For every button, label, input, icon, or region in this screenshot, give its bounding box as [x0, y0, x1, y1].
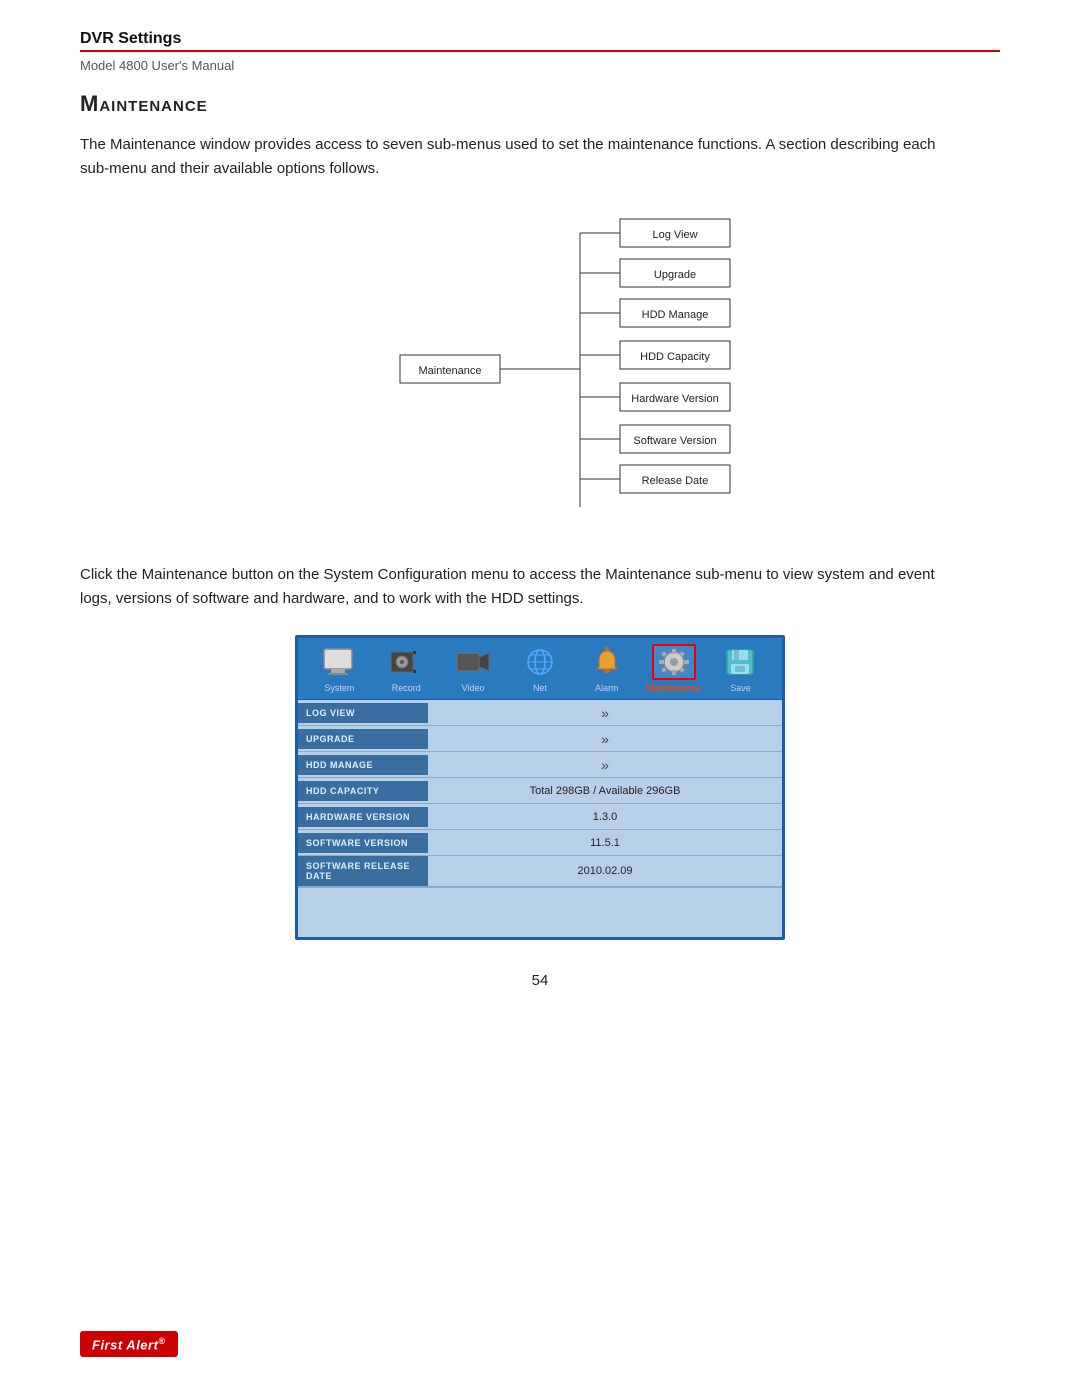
sw-version-value: 11.5.1	[428, 833, 782, 853]
dvr-content: LOG VIEW » UPGRADE » HDD MANAGE »	[298, 700, 782, 937]
save-icon-label: Save	[730, 683, 751, 693]
logo-text: First Alert®	[80, 1331, 178, 1357]
sw-version-label: SOFTWARE VERSION	[298, 833, 428, 853]
hw-version-value: 1.3.0	[428, 807, 782, 827]
dvr-top-bar: System Record	[298, 638, 782, 700]
main-node-label: Maintenance	[419, 365, 482, 377]
hw-version-label: HARDWARE VERSION	[298, 807, 428, 827]
dvr-icon-record[interactable]: Record	[376, 644, 436, 693]
dvr-row-release-date: SOFTWARE RELEASE DATE 2010.02.09	[298, 856, 782, 887]
logo-label: First Alert	[92, 1337, 158, 1352]
header-section: DVR Settings Model 4800 User's Manual	[80, 30, 1000, 73]
intro-text: The Maintenance window provides access t…	[80, 133, 940, 181]
maintenance-icon-label: Maintenance	[646, 683, 701, 693]
header-subtitle: Model 4800 User's Manual	[80, 58, 1000, 73]
upgrade-value: »	[428, 727, 782, 751]
record-icon-label: Record	[392, 683, 421, 693]
dvr-footer	[298, 887, 782, 937]
svg-text:Software Version: Software Version	[633, 435, 716, 447]
page-wrapper: DVR Settings Model 4800 User's Manual Ma…	[0, 0, 1080, 1397]
save-icon-box	[718, 644, 762, 680]
diagram-svg: Maintenance Log View Upgrade HDD Manage …	[300, 205, 780, 535]
dvr-row-hw-version: HARDWARE VERSION 1.3.0	[298, 804, 782, 830]
dvr-row-hdd-manage: HDD MANAGE »	[298, 752, 782, 778]
upgrade-arrow: »	[601, 731, 609, 747]
log-view-value: »	[428, 701, 782, 725]
dvr-row-upgrade: UPGRADE »	[298, 726, 782, 752]
body-text: Click the Maintenance button on the Syst…	[80, 563, 940, 611]
system-icon-label: System	[324, 683, 354, 693]
release-date-label: SOFTWARE RELEASE DATE	[298, 856, 428, 886]
hdd-manage-label: HDD MANAGE	[298, 755, 428, 775]
svg-text:Release Date: Release Date	[642, 475, 709, 487]
dvr-icon-alarm[interactable]: Alarm	[577, 644, 637, 693]
hdd-manage-value: »	[428, 753, 782, 777]
log-view-label: LOG VIEW	[298, 703, 428, 723]
dvr-icon-save[interactable]: Save	[710, 644, 770, 693]
dvr-row-sw-version: SOFTWARE VERSION 11.5.1	[298, 830, 782, 856]
dvr-icon-system[interactable]: System	[309, 644, 369, 693]
section-title: Maintenance	[80, 91, 1000, 117]
alarm-icon-label: Alarm	[595, 683, 619, 693]
first-alert-logo: First Alert®	[80, 1331, 178, 1357]
hdd-capacity-value: Total 298GB / Available 296GB	[428, 781, 782, 801]
video-icon-box	[451, 644, 495, 680]
hdd-manage-arrow: »	[601, 757, 609, 773]
screenshot-wrapper: System Record	[80, 635, 1000, 940]
release-date-value: 2010.02.09	[428, 861, 782, 881]
header-rule	[80, 50, 1000, 52]
svg-text:HDD Capacity: HDD Capacity	[640, 351, 710, 363]
system-icon-box	[317, 644, 361, 680]
maintenance-icon-box	[652, 644, 696, 680]
alarm-icon-box	[585, 644, 629, 680]
header-title: DVR Settings	[80, 30, 1000, 48]
svg-text:HDD Manage: HDD Manage	[642, 309, 709, 321]
net-icon-label: Net	[533, 683, 547, 693]
video-icon-label: Video	[462, 683, 485, 693]
dvr-row-hdd-capacity: HDD CAPACITY Total 298GB / Available 296…	[298, 778, 782, 804]
dvr-icon-net[interactable]: Net	[510, 644, 570, 693]
dvr-icon-video[interactable]: Video	[443, 644, 503, 693]
svg-text:Hardware Version: Hardware Version	[631, 393, 718, 405]
diagram-area: Maintenance Log View Upgrade HDD Manage …	[80, 205, 1000, 535]
page-number: 54	[80, 972, 1000, 989]
svg-text:Log View: Log View	[652, 229, 697, 241]
net-icon-box	[518, 644, 562, 680]
record-icon-box	[384, 644, 428, 680]
hdd-capacity-label: HDD CAPACITY	[298, 781, 428, 801]
svg-text:Upgrade: Upgrade	[654, 269, 696, 281]
dvr-icon-maintenance[interactable]: Maintenance	[644, 644, 704, 693]
log-view-arrow: »	[601, 705, 609, 721]
dvr-screen: System Record	[295, 635, 785, 940]
dvr-row-log-view: LOG VIEW »	[298, 700, 782, 726]
upgrade-label: UPGRADE	[298, 729, 428, 749]
